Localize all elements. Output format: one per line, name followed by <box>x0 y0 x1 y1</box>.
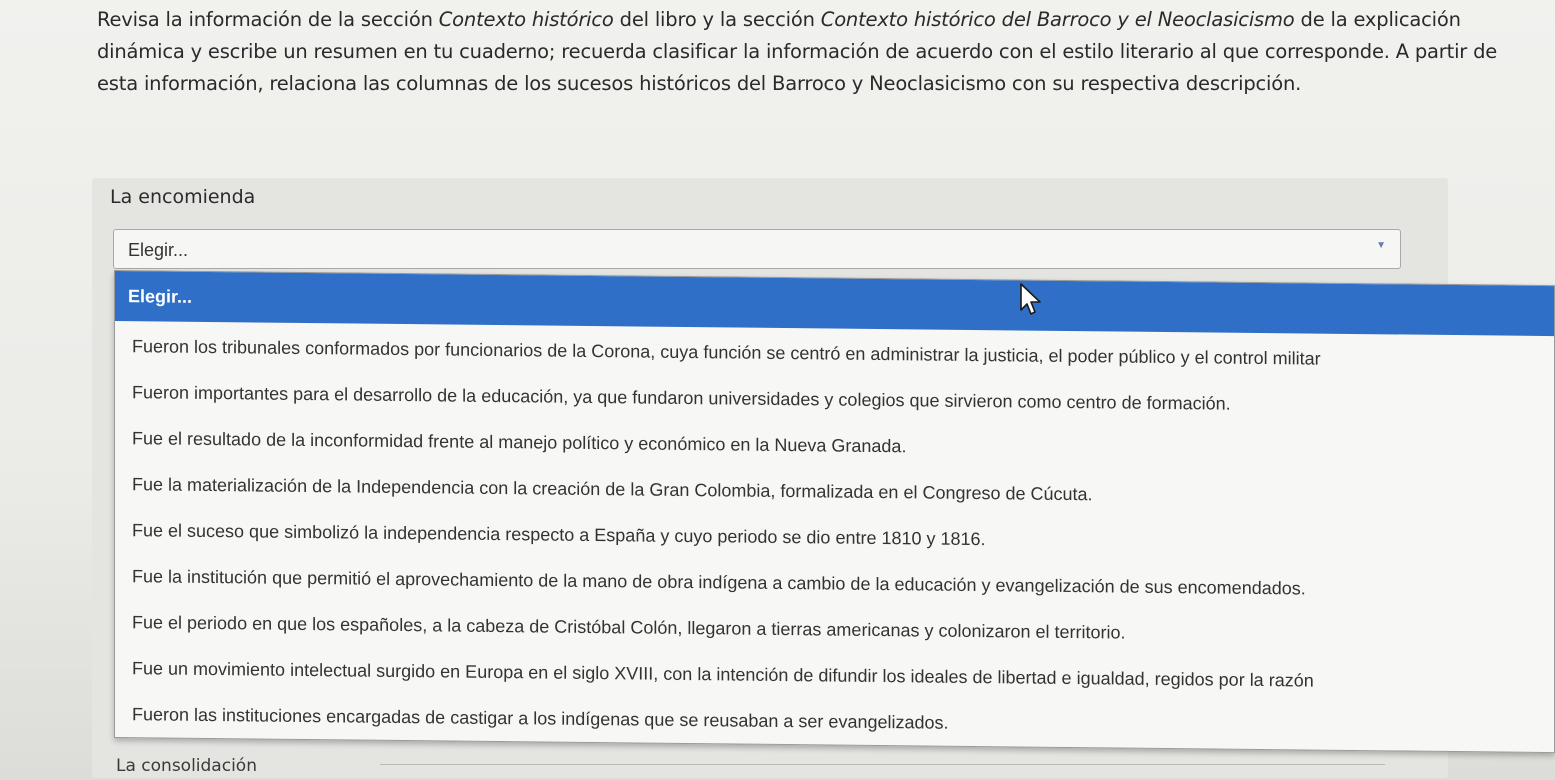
instructions-paragraph: Revisa la información de la sección Cont… <box>97 4 1507 100</box>
instructions-text-2: del libro y la sección <box>613 8 821 31</box>
dropdown-list: Elegir... Fueron los tribunales conforma… <box>114 270 1555 754</box>
answer-select[interactable]: Elegir... ▼ <box>113 229 1401 269</box>
chevron-down-icon[interactable]: ▼ <box>1376 240 1386 251</box>
next-question-select[interactable] <box>380 764 1385 780</box>
question-label: La encomienda <box>110 186 256 208</box>
quiz-page: Revisa la información de la sección Cont… <box>0 0 1555 780</box>
instructions-italic-1: Contexto histórico <box>438 8 614 31</box>
mouse-cursor-icon <box>1020 283 1041 315</box>
instructions-text-1: Revisa la información de la sección <box>97 8 439 31</box>
next-question-label: La consolidación <box>116 756 257 776</box>
select-current-value: Elegir... <box>128 240 189 260</box>
instructions-italic-2: Contexto histórico del Barroco y el Neoc… <box>820 8 1295 31</box>
